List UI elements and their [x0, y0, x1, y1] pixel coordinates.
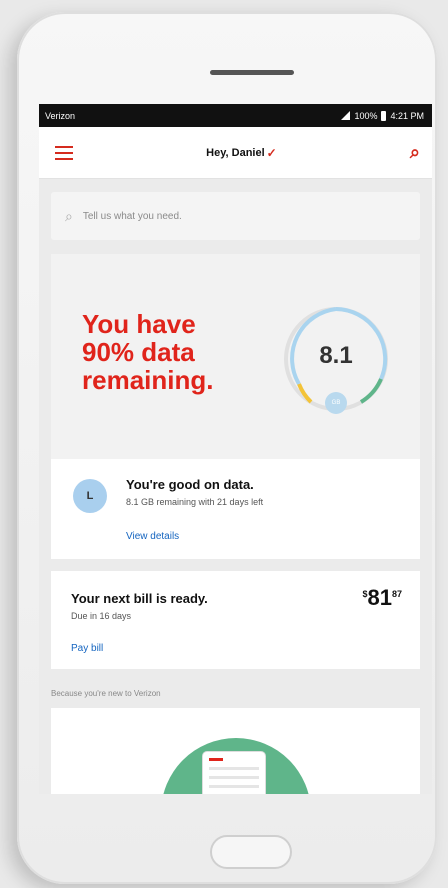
hamburger-menu-icon[interactable] — [55, 145, 73, 160]
checkmark-icon: ✓ — [266, 145, 277, 160]
app-header: Hey, Daniel ✓ ⌕ — [39, 127, 432, 179]
battery-icon — [381, 110, 387, 121]
greeting-text: Hey, Daniel — [206, 146, 265, 159]
bill-amount: $8187 — [362, 585, 402, 611]
phone-speaker — [210, 70, 294, 75]
carrier-label: Verizon — [45, 110, 76, 121]
home-button[interactable] — [210, 835, 292, 869]
status-bar: Verizon 100% 4:21 PM — [39, 104, 432, 127]
data-gauge: 8.1 GB — [281, 304, 391, 414]
bill-cents: 87 — [391, 589, 402, 599]
greeting: Hey, Daniel ✓ — [206, 146, 277, 160]
search-placeholder: Tell us what you need. — [82, 210, 182, 222]
search-bar[interactable]: ⌕ Tell us what you need. — [51, 192, 420, 240]
bill-card: Your next bill is ready. Due in 16 days … — [51, 571, 420, 669]
data-usage-summary: You have 90% data remaining. 8.1 GB — [51, 254, 420, 459]
gauge-unit-badge: GB — [325, 392, 347, 414]
gauge-value: 8.1 — [319, 342, 353, 369]
avatar: L — [73, 479, 107, 513]
bill-due-date: Due in 16 days — [71, 611, 132, 621]
app-screen: Verizon 100% 4:21 PM Hey, Daniel ✓ ⌕ ⌕ T… — [39, 104, 432, 794]
clock: 4:21 PM — [390, 110, 424, 121]
pay-bill-link[interactable]: Pay bill — [71, 643, 103, 654]
data-usage-card: You have 90% data remaining. 8.1 GB L Yo… — [51, 254, 420, 559]
data-status-title: You're good on data. — [126, 477, 254, 492]
search-icon: ⌕ — [65, 207, 73, 224]
data-status: L You're good on data. 8.1 GB remaining … — [51, 459, 420, 559]
data-headline: You have 90% data remaining. — [82, 309, 214, 395]
promo-card[interactable] — [51, 708, 420, 794]
view-details-link[interactable]: View details — [126, 531, 179, 542]
bill-title: Your next bill is ready. — [71, 591, 208, 606]
signal-icon — [341, 111, 351, 120]
chat-icon[interactable]: ⌕ — [410, 142, 420, 163]
data-status-detail: 8.1 GB remaining with 21 days left — [126, 497, 264, 507]
promo-device-illustration — [203, 752, 265, 794]
bill-dollars: 81 — [367, 585, 392, 610]
bill-currency: $ — [362, 589, 368, 599]
status-indicators: 100% 4:21 PM — [341, 110, 424, 121]
promo-label: Because you're new to Verizon — [51, 689, 161, 698]
battery-percent: 100% — [354, 110, 378, 121]
